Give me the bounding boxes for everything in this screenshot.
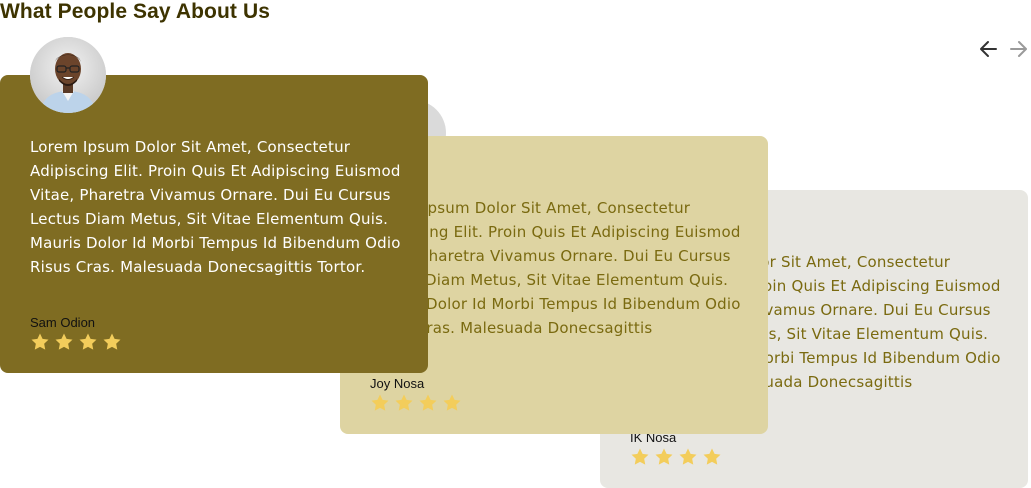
rating-stars [30, 332, 122, 352]
carousel-next-button[interactable] [1007, 38, 1029, 60]
section-title: What People Say About Us [0, 0, 270, 23]
star-icon [395, 394, 413, 411]
arrow-left-icon [980, 41, 997, 57]
testimonial-card-1: Lorem Ipsum Dolor Sit Amet, Consectetur … [0, 75, 428, 373]
arrow-right-icon [1010, 41, 1027, 57]
star-icon [371, 394, 389, 411]
testimonial-author: Sam Odion [30, 315, 96, 330]
star-icon [443, 394, 461, 411]
star-icon [79, 333, 97, 350]
testimonial-author: Joy Nosa [370, 376, 425, 391]
star-icon [679, 448, 697, 465]
avatar [30, 37, 106, 113]
star-icon [703, 448, 721, 465]
star-icon [103, 333, 121, 350]
rating-stars [630, 447, 722, 467]
star-icon [55, 333, 73, 350]
rating-stars [370, 393, 462, 413]
star-icon [31, 333, 49, 350]
person-photo [30, 37, 106, 113]
star-icon [419, 394, 437, 411]
star-icon [655, 448, 673, 465]
testimonial-text: Lorem Ipsum Dolor Sit Amet, Consectetur … [30, 138, 401, 276]
testimonial-text: Lorem Ipsum Dolor Sit Amet, Consectetur … [370, 199, 741, 337]
star-icon [631, 448, 649, 465]
carousel-prev-button[interactable] [978, 38, 1000, 60]
